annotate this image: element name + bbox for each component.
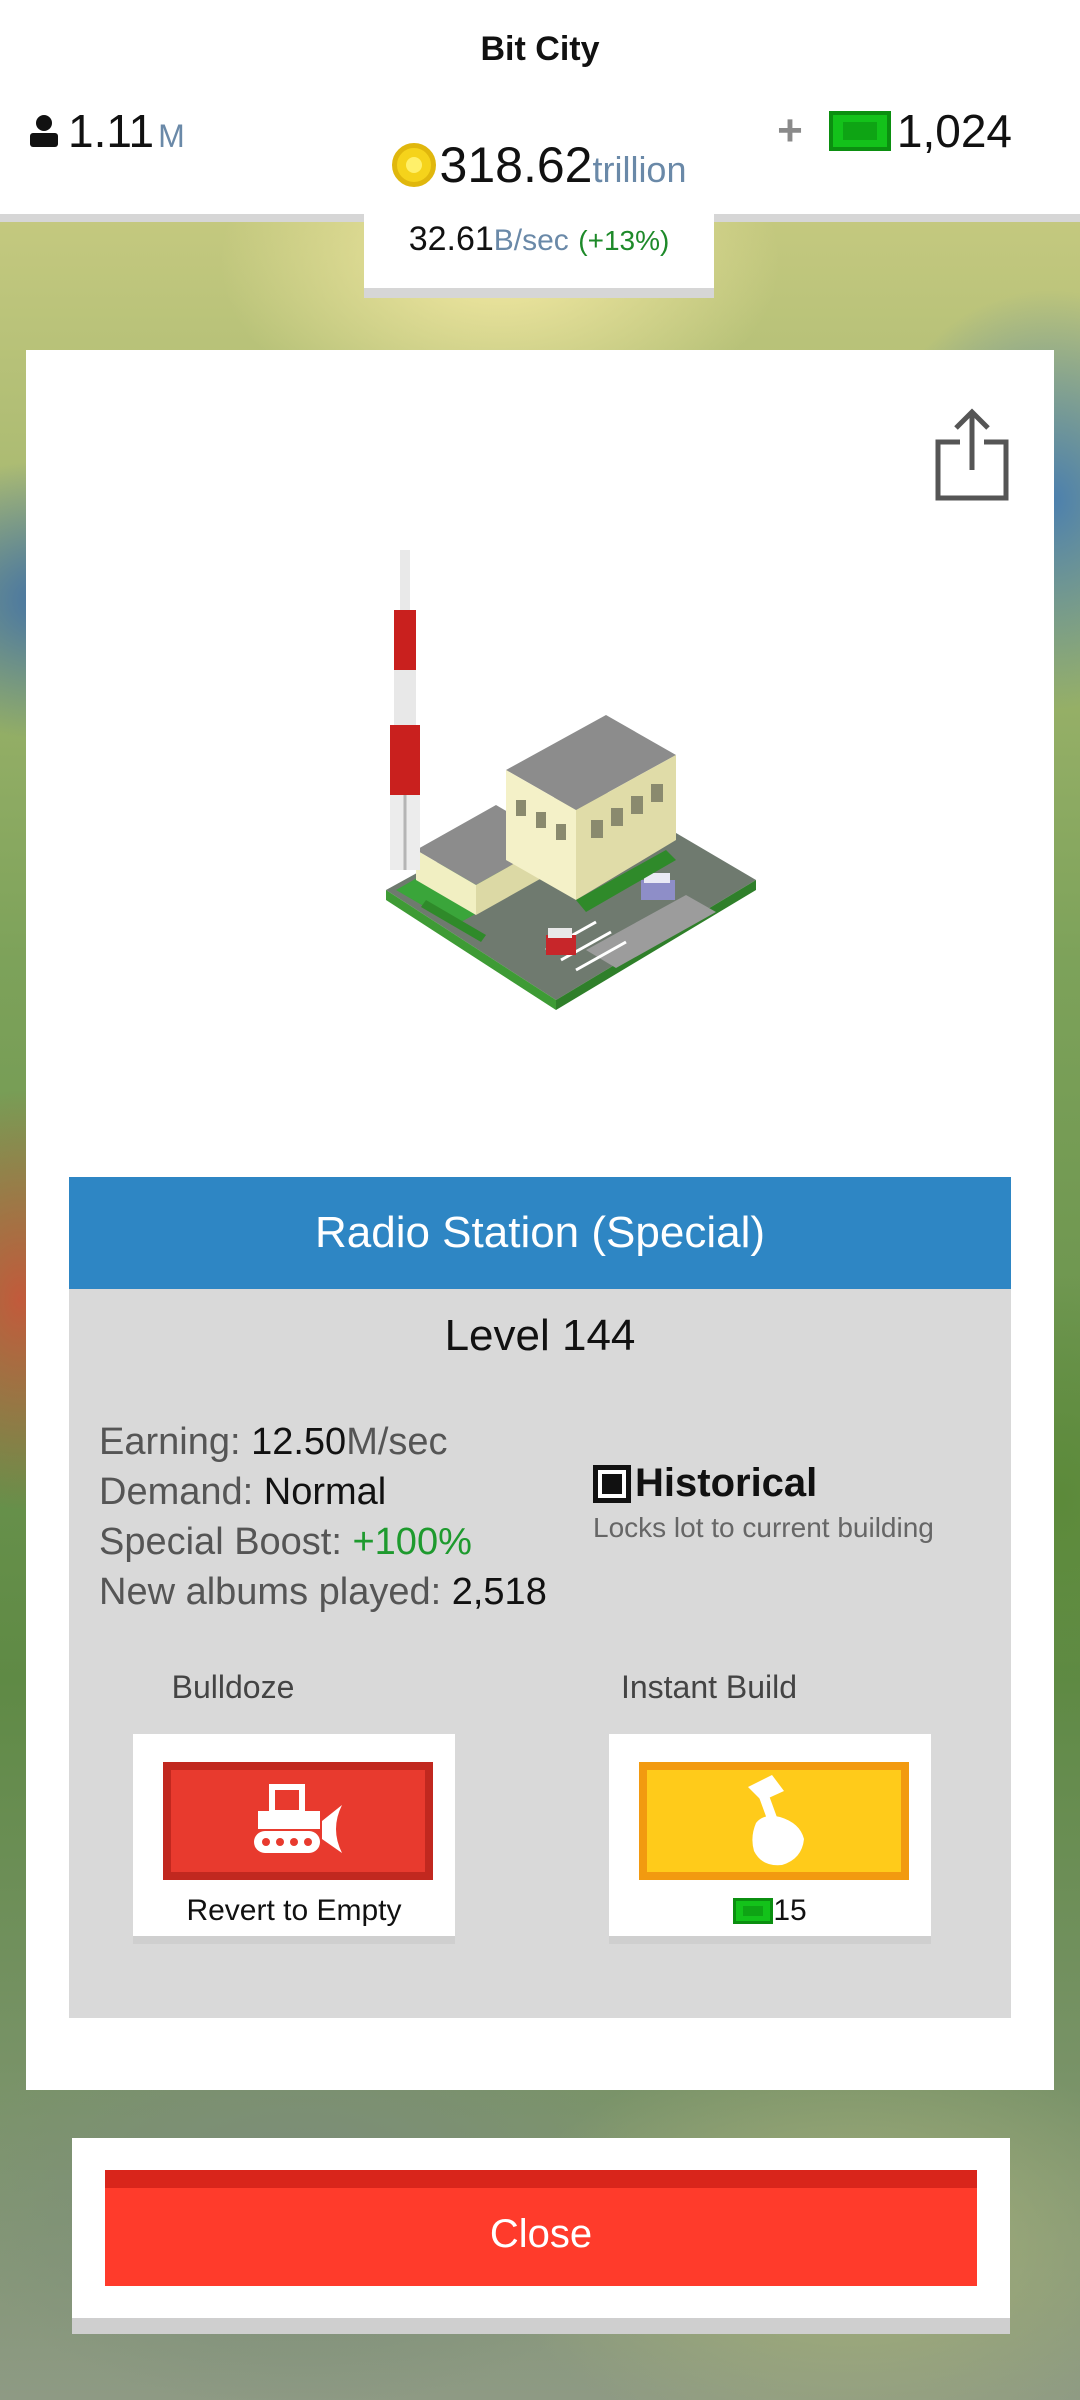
share-icon[interactable] [934,406,1010,502]
bulldoze-card[interactable]: Revert to Empty [133,1734,455,1944]
stat-label: New albums played: [99,1571,452,1613]
coins-value: 318.62 [439,137,593,193]
instant-build-label: Instant Build [620,1669,798,1705]
bulldozer-icon [254,1784,342,1853]
building-level: Level 144 [444,1311,636,1360]
historical-description: Locks lot to current building [593,1512,934,1543]
historical-label: Historical [635,1461,818,1505]
building-stats: Earning: 12.50M/sec Demand: Normal Speci… [99,1417,547,1617]
checkbox-icon[interactable] [593,1464,631,1503]
person-icon [30,115,58,147]
rate-unit: B/sec [493,224,569,257]
historical-title-row[interactable]: Historical [593,1461,953,1506]
instant-build-cost: 15 [609,1894,931,1928]
coins-display: 318.62 trillion [364,136,714,194]
coin-icon [391,143,436,187]
stat-value: +100% [352,1521,472,1563]
stat-earning: Earning: 12.50M/sec [99,1417,547,1467]
coins-tab: 318.62 trillion 32.61B/sec (+13%) [364,120,714,298]
bulldoze-label: Bulldoze [171,1669,295,1705]
stat-label: Special Boost: [99,1521,353,1563]
stat-unit: M/sec [346,1421,448,1463]
rate-value: 32.61 [408,220,494,258]
bulldoze-button[interactable] [163,1762,433,1880]
instant-build-cost-value: 15 [773,1894,807,1927]
building-panel: Radio Station (Special) Level 144 Earnin… [26,350,1054,2090]
population-display: 1.11 M [26,104,185,158]
cash-icon [828,111,891,151]
stat-demand: Demand: Normal [99,1467,547,1517]
coins-unit: trillion [592,149,687,190]
close-button[interactable]: Close [105,2170,977,2286]
instant-build-button[interactable] [639,1762,909,1880]
building-title: Radio Station (Special) [69,1177,1011,1289]
income-rate: 32.61B/sec (+13%) [364,220,714,259]
building-info: Level 144 Earning: 12.50M/sec Demand: No… [69,1289,1011,2018]
cash-value: 1,024 [896,105,1012,157]
stat-label: Earning: [99,1421,252,1463]
stat-value: 12.50 [251,1421,347,1463]
stat-special-boost: Special Boost: +100% [99,1517,547,1567]
stat-label: Demand: [99,1471,264,1513]
stat-value: Normal [263,1471,387,1513]
rate-boost: (+13%) [578,225,670,256]
radio-station-building-image [386,550,756,1010]
cash-display[interactable]: + 1,024 [777,104,1012,158]
add-cash-button[interactable]: + [777,106,803,156]
stat-albums-played: New albums played: 2,518 [99,1567,547,1617]
bulldoze-caption: Revert to Empty [186,1894,402,1927]
cash-icon [733,1898,774,1924]
historical-toggle[interactable]: Historical Locks lot to current building [593,1461,953,1544]
stat-value: 2,518 [451,1571,547,1613]
population-unit: M [158,118,185,154]
hammer-hand-icon [748,1775,804,1866]
instant-build-card[interactable]: 15 [609,1734,931,1944]
population-value: 1.11 [68,105,155,157]
close-container: Close [72,2138,1010,2334]
app-title: Bit City [480,30,600,68]
